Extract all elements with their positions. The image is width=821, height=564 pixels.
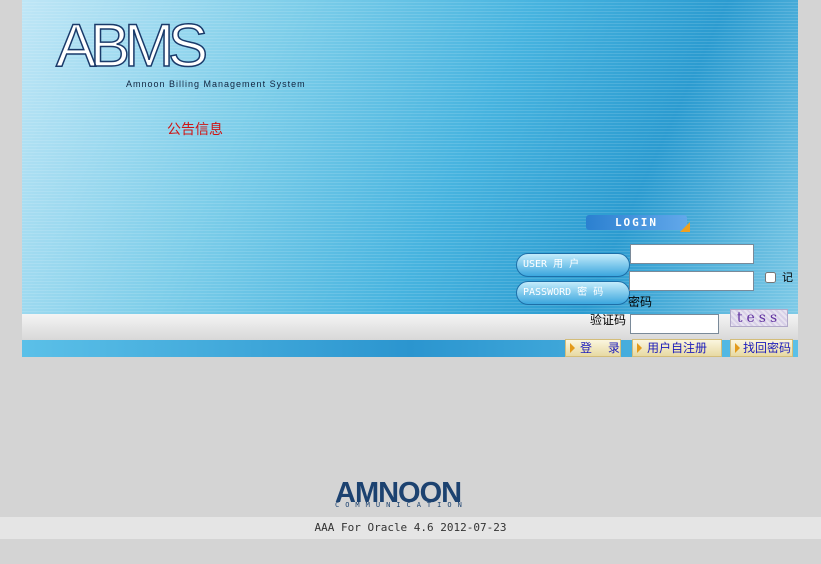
notice-link[interactable]: 公告信息 <box>167 119 223 139</box>
recover-password-button[interactable]: 找回密码 <box>730 339 793 357</box>
abms-logo-subtitle: Amnoon Billing Management System <box>126 79 306 89</box>
remember-label: 记 <box>782 271 793 284</box>
user-label: USER 用 户 <box>516 253 630 277</box>
captcha-image[interactable]: tess <box>730 309 788 327</box>
login-button[interactable]: 登 录 <box>565 339 621 357</box>
version-text: AAA For Oracle 4.6 2012-07-23 <box>314 521 507 534</box>
remember-checkbox[interactable] <box>765 272 776 283</box>
login-badge: LOGIN <box>586 215 690 232</box>
abms-logo: ABMS <box>55 12 209 79</box>
username-input[interactable] <box>630 244 754 264</box>
register-button[interactable]: 用户自注册 <box>632 339 722 357</box>
password-tag: 密码 <box>628 295 653 309</box>
captcha-input[interactable] <box>630 314 719 334</box>
captcha-label: 验证码 <box>590 313 627 327</box>
amnoon-logo-subtitle: COMMUNICATION <box>335 501 468 509</box>
login-banner: ABMS Amnoon Billing Management System 公告… <box>22 0 798 357</box>
password-input[interactable] <box>629 271 754 291</box>
password-label: PASSWORD 密 码 <box>516 281 630 305</box>
